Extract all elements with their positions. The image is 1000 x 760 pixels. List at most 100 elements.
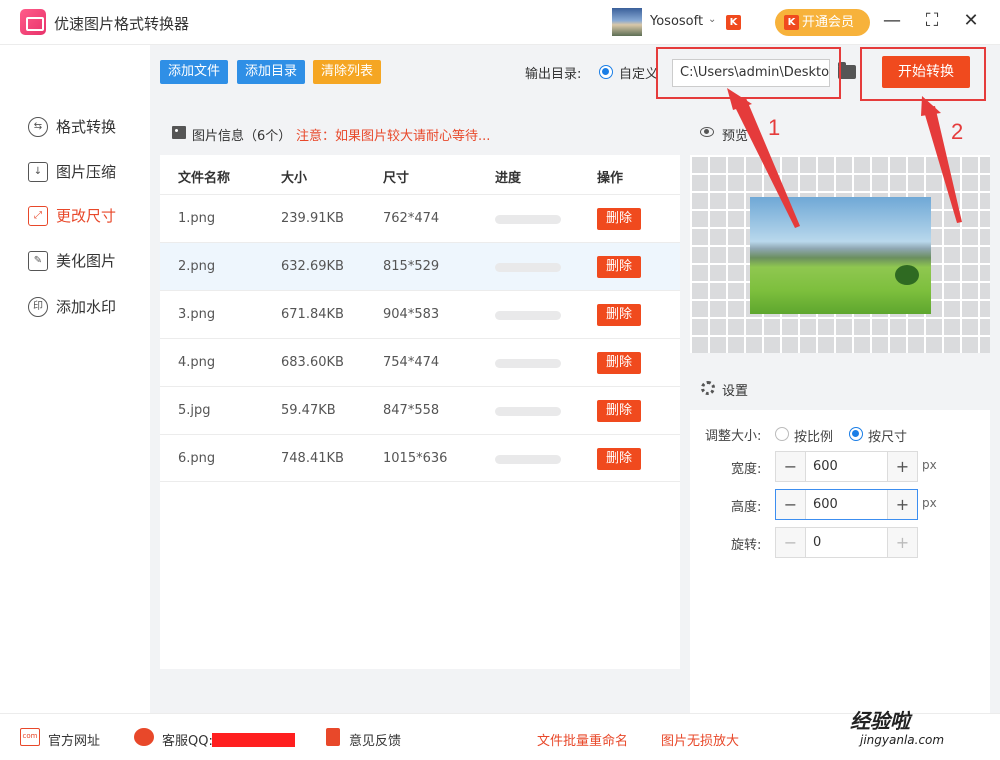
height-label: 高度: (731, 500, 762, 515)
file-dims: 904*583 (383, 307, 440, 322)
clear-list-button[interactable]: 清除列表 (313, 60, 382, 84)
annotation-box-1 (656, 47, 841, 99)
output-dir-label: 输出目录: (525, 67, 582, 82)
table-row[interactable]: 5.jpg 59.47KB 847*558 删除 (160, 386, 680, 434)
annotation-number-2: 2 (951, 119, 964, 144)
close-button[interactable]: ✕ (960, 10, 982, 32)
progress-bar (495, 263, 561, 272)
progress-bar (495, 359, 561, 368)
rotate-decrement-button[interactable]: − (776, 528, 806, 557)
delete-button[interactable]: 删除 (597, 352, 641, 374)
col-header-progress: 进度 (495, 171, 522, 186)
file-name: 1.png (178, 211, 216, 226)
vip-badge-icon: K (726, 15, 741, 30)
height-input[interactable]: 600 (813, 497, 838, 512)
file-name: 5.jpg (178, 403, 211, 418)
rotate-label: 旋转: (731, 538, 762, 553)
title-bar: 优速图片格式转换器 Yososoft ⌄ K K 开通会员 — ⛶ ✕ (0, 0, 1000, 45)
table-row[interactable]: 6.png 748.41KB 1015*636 删除 (160, 434, 680, 482)
width-increment-button[interactable]: + (887, 452, 917, 481)
output-custom-radio[interactable] (599, 65, 613, 79)
website-icon: com (20, 728, 40, 746)
add-folder-button[interactable]: 添加目录 (237, 60, 306, 84)
lossless-enlarge-link[interactable]: 图片无损放大 (661, 730, 739, 749)
progress-bar (495, 407, 561, 416)
website-link[interactable]: 官方网址 (48, 730, 100, 749)
file-dims: 754*474 (383, 355, 440, 370)
height-unit: px (922, 496, 937, 510)
output-custom-label: 自定义 (619, 67, 659, 82)
height-decrement-button[interactable]: − (776, 490, 806, 519)
col-header-dims: 尺寸 (383, 171, 410, 186)
settings-header: 设置 (690, 365, 990, 410)
rotate-increment-button[interactable]: + (887, 528, 917, 557)
file-size: 683.60KB (281, 355, 344, 370)
sidebar: ⇆ 格式转换 ↓ 图片压缩 ⤢ 更改尺寸 ✎ 美化图片 印 添加水印 (0, 45, 150, 713)
delete-button[interactable]: 删除 (597, 448, 641, 470)
qq-icon (134, 728, 154, 746)
vip-k-icon: K (784, 15, 799, 30)
annotation-box-2 (860, 47, 986, 101)
resize-ratio-radio[interactable] (775, 427, 789, 441)
add-file-button[interactable]: 添加文件 (160, 60, 229, 84)
height-stepper[interactable]: − 600 + (775, 489, 918, 520)
annotation-number-1: 1 (768, 115, 781, 140)
delete-button[interactable]: 删除 (597, 304, 641, 326)
resize-size-label: 按尺寸 (868, 430, 908, 445)
eye-icon (700, 127, 714, 137)
site-watermark: 经验啦 (850, 709, 910, 733)
vip-button-label: 开通会员 (802, 15, 855, 30)
resize-label: 调整大小: (705, 429, 762, 444)
sidebar-item-label: 更改尺寸 (56, 207, 117, 225)
file-dims: 847*558 (383, 403, 440, 418)
feedback-link[interactable]: 意见反馈 (349, 730, 401, 749)
redacted-qq-number (212, 733, 295, 747)
preview-image (750, 197, 931, 314)
user-avatar[interactable] (612, 8, 642, 36)
height-increment-button[interactable]: + (887, 490, 917, 519)
resize-size-radio[interactable] (849, 427, 863, 441)
rotate-input[interactable]: 0 (813, 535, 821, 550)
app-logo-icon (20, 9, 46, 35)
delete-button[interactable]: 删除 (597, 208, 641, 230)
sidebar-item-label: 添加水印 (56, 298, 117, 316)
table-row[interactable]: 4.png 683.60KB 754*474 删除 (160, 338, 680, 386)
file-name: 4.png (178, 355, 216, 370)
qq-label[interactable]: 客服QQ: (162, 730, 213, 749)
file-size: 671.84KB (281, 307, 344, 322)
file-name: 6.png (178, 451, 216, 466)
table-row[interactable]: 1.png 239.91KB 762*474 删除 (160, 194, 680, 242)
sidebar-item-label: 格式转换 (56, 118, 117, 136)
width-stepper[interactable]: − 600 + (775, 451, 918, 482)
app-title: 优速图片格式转换器 (54, 15, 190, 33)
list-title: 图片信息（6个） (192, 129, 292, 144)
col-header-action: 操作 (597, 171, 624, 186)
preview-tree (895, 265, 919, 285)
watermark-icon: 印 (28, 297, 48, 317)
progress-bar (495, 215, 561, 224)
width-label: 宽度: (731, 462, 762, 477)
col-header-size: 大小 (281, 171, 308, 186)
maximize-button[interactable]: ⛶ (921, 10, 943, 32)
chevron-down-icon[interactable]: ⌄ (708, 14, 716, 25)
width-input[interactable]: 600 (813, 459, 838, 474)
batch-rename-link[interactable]: 文件批量重命名 (537, 730, 628, 749)
list-note: 注意：如果图片较大请耐心等待... (296, 129, 491, 144)
progress-bar (495, 311, 561, 320)
sidebar-item-label: 图片压缩 (56, 163, 117, 181)
format-convert-icon: ⇆ (28, 117, 48, 137)
delete-button[interactable]: 删除 (597, 256, 641, 278)
col-header-name: 文件名称 (178, 171, 231, 186)
minimize-button[interactable]: — (881, 10, 903, 32)
width-decrement-button[interactable]: − (776, 452, 806, 481)
table-row[interactable]: 3.png 671.84KB 904*583 删除 (160, 290, 680, 338)
table-row[interactable]: 2.png 632.69KB 815*529 删除 (160, 242, 680, 290)
user-name[interactable]: Yososoft (650, 14, 703, 29)
rotate-stepper[interactable]: − 0 + (775, 527, 918, 558)
file-name: 2.png (178, 259, 216, 274)
delete-button[interactable]: 删除 (597, 400, 641, 422)
file-dims: 815*529 (383, 259, 440, 274)
vip-button[interactable]: K 开通会员 (775, 9, 870, 36)
feedback-icon (326, 728, 340, 746)
resize-icon: ⤢ (28, 206, 48, 226)
